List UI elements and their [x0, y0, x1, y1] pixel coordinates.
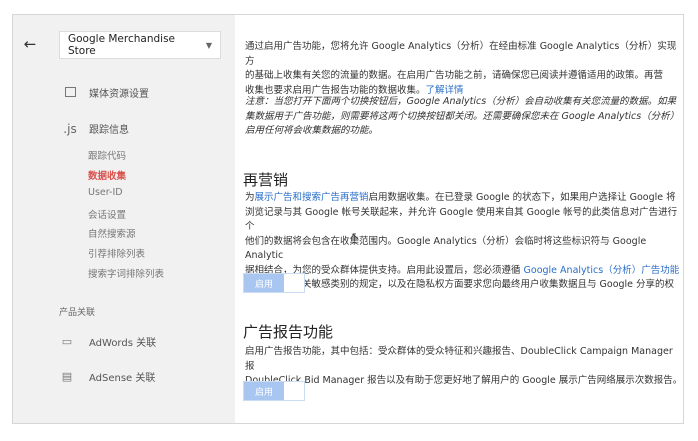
- sidebar-item-property-settings[interactable]: 媒体资源设置: [59, 85, 149, 100]
- sidebar-item-adwords[interactable]: ▭ AdWords 关联: [59, 334, 156, 349]
- note-text: 注意：当您打开下面两个切换按钮后，Google Analytics（分析）会自动…: [245, 96, 680, 136]
- remarketing-toggle[interactable]: 启用: [243, 273, 305, 293]
- sub-item-session-settings[interactable]: 会话设置: [88, 207, 126, 221]
- sidebar-item-tracking-info[interactable]: .js 跟踪信息: [59, 121, 129, 137]
- main-content: 通过启用广告功能，您将允许 Google Analytics（分析）在经由标准 …: [235, 15, 683, 423]
- sidebar-item-label: AdSense 关联: [89, 373, 156, 384]
- ad-reporting-text: 启用广告报告功能，其中包括：受众群体的受众特征和兴趣报告、DoubleClick…: [245, 346, 683, 386]
- sub-item-user-id[interactable]: User-ID: [88, 187, 123, 198]
- ad-reporting-toggle[interactable]: 启用: [243, 381, 305, 401]
- learn-more-link[interactable]: 了解详情: [426, 85, 464, 96]
- product-linking-title: 产品关联: [59, 308, 96, 318]
- ad-reporting-heading: 广告报告功能: [243, 323, 334, 341]
- remarketing-link[interactable]: 展示广告和搜索广告再营销: [255, 192, 369, 203]
- back-arrow-icon[interactable]: ←: [17, 33, 43, 55]
- sidebar-item-adsense[interactable]: ▤ AdSense 关联: [59, 369, 156, 384]
- admin-panel: ← Google Merchandise Store ▼ 媒体资源设置 .js …: [12, 14, 684, 424]
- sidebar-item-label: 跟踪信息: [89, 125, 129, 136]
- toggle-on-label: 启用: [244, 382, 284, 400]
- sub-item-data-collection[interactable]: 数据收集: [88, 168, 126, 182]
- ad-features-policy-link[interactable]: Google Analytics（分析）广告功能: [524, 265, 680, 276]
- chevron-down-icon: ▼: [205, 40, 212, 50]
- adsense-icon: ▤: [61, 370, 73, 383]
- sub-item-referral-exclusion[interactable]: 引荐排除列表: [88, 246, 145, 260]
- remarketing-heading: 再营销: [243, 171, 289, 189]
- adwords-icon: ▭: [61, 335, 73, 348]
- toggle-on-label: 启用: [244, 274, 284, 292]
- property-selector[interactable]: Google Merchandise Store ▼: [59, 31, 221, 59]
- intro-text: 通过启用广告功能，您将允许 Google Analytics（分析）在经由标准 …: [245, 41, 677, 96]
- sub-item-organic-search-sources[interactable]: 自然搜索源: [88, 226, 136, 240]
- js-icon: .js: [63, 121, 77, 136]
- sidebar: ← Google Merchandise Store ▼ 媒体资源设置 .js …: [13, 15, 235, 423]
- mouse-cursor-icon: ↖: [351, 230, 361, 243]
- sidebar-item-label: 媒体资源设置: [89, 89, 149, 100]
- sub-item-search-term-exclusion[interactable]: 搜索字词排除列表: [88, 266, 164, 280]
- sidebar-item-label: AdWords 关联: [89, 338, 157, 349]
- sub-item-tracking-code[interactable]: 跟踪代码: [88, 148, 126, 162]
- property-name: Google Merchandise Store: [68, 33, 175, 57]
- remarketing-text: 为展示广告和搜索广告再营销启用数据收集。在已登录 Google 的状态下，如果用…: [245, 192, 680, 290]
- media-icon: [59, 86, 81, 100]
